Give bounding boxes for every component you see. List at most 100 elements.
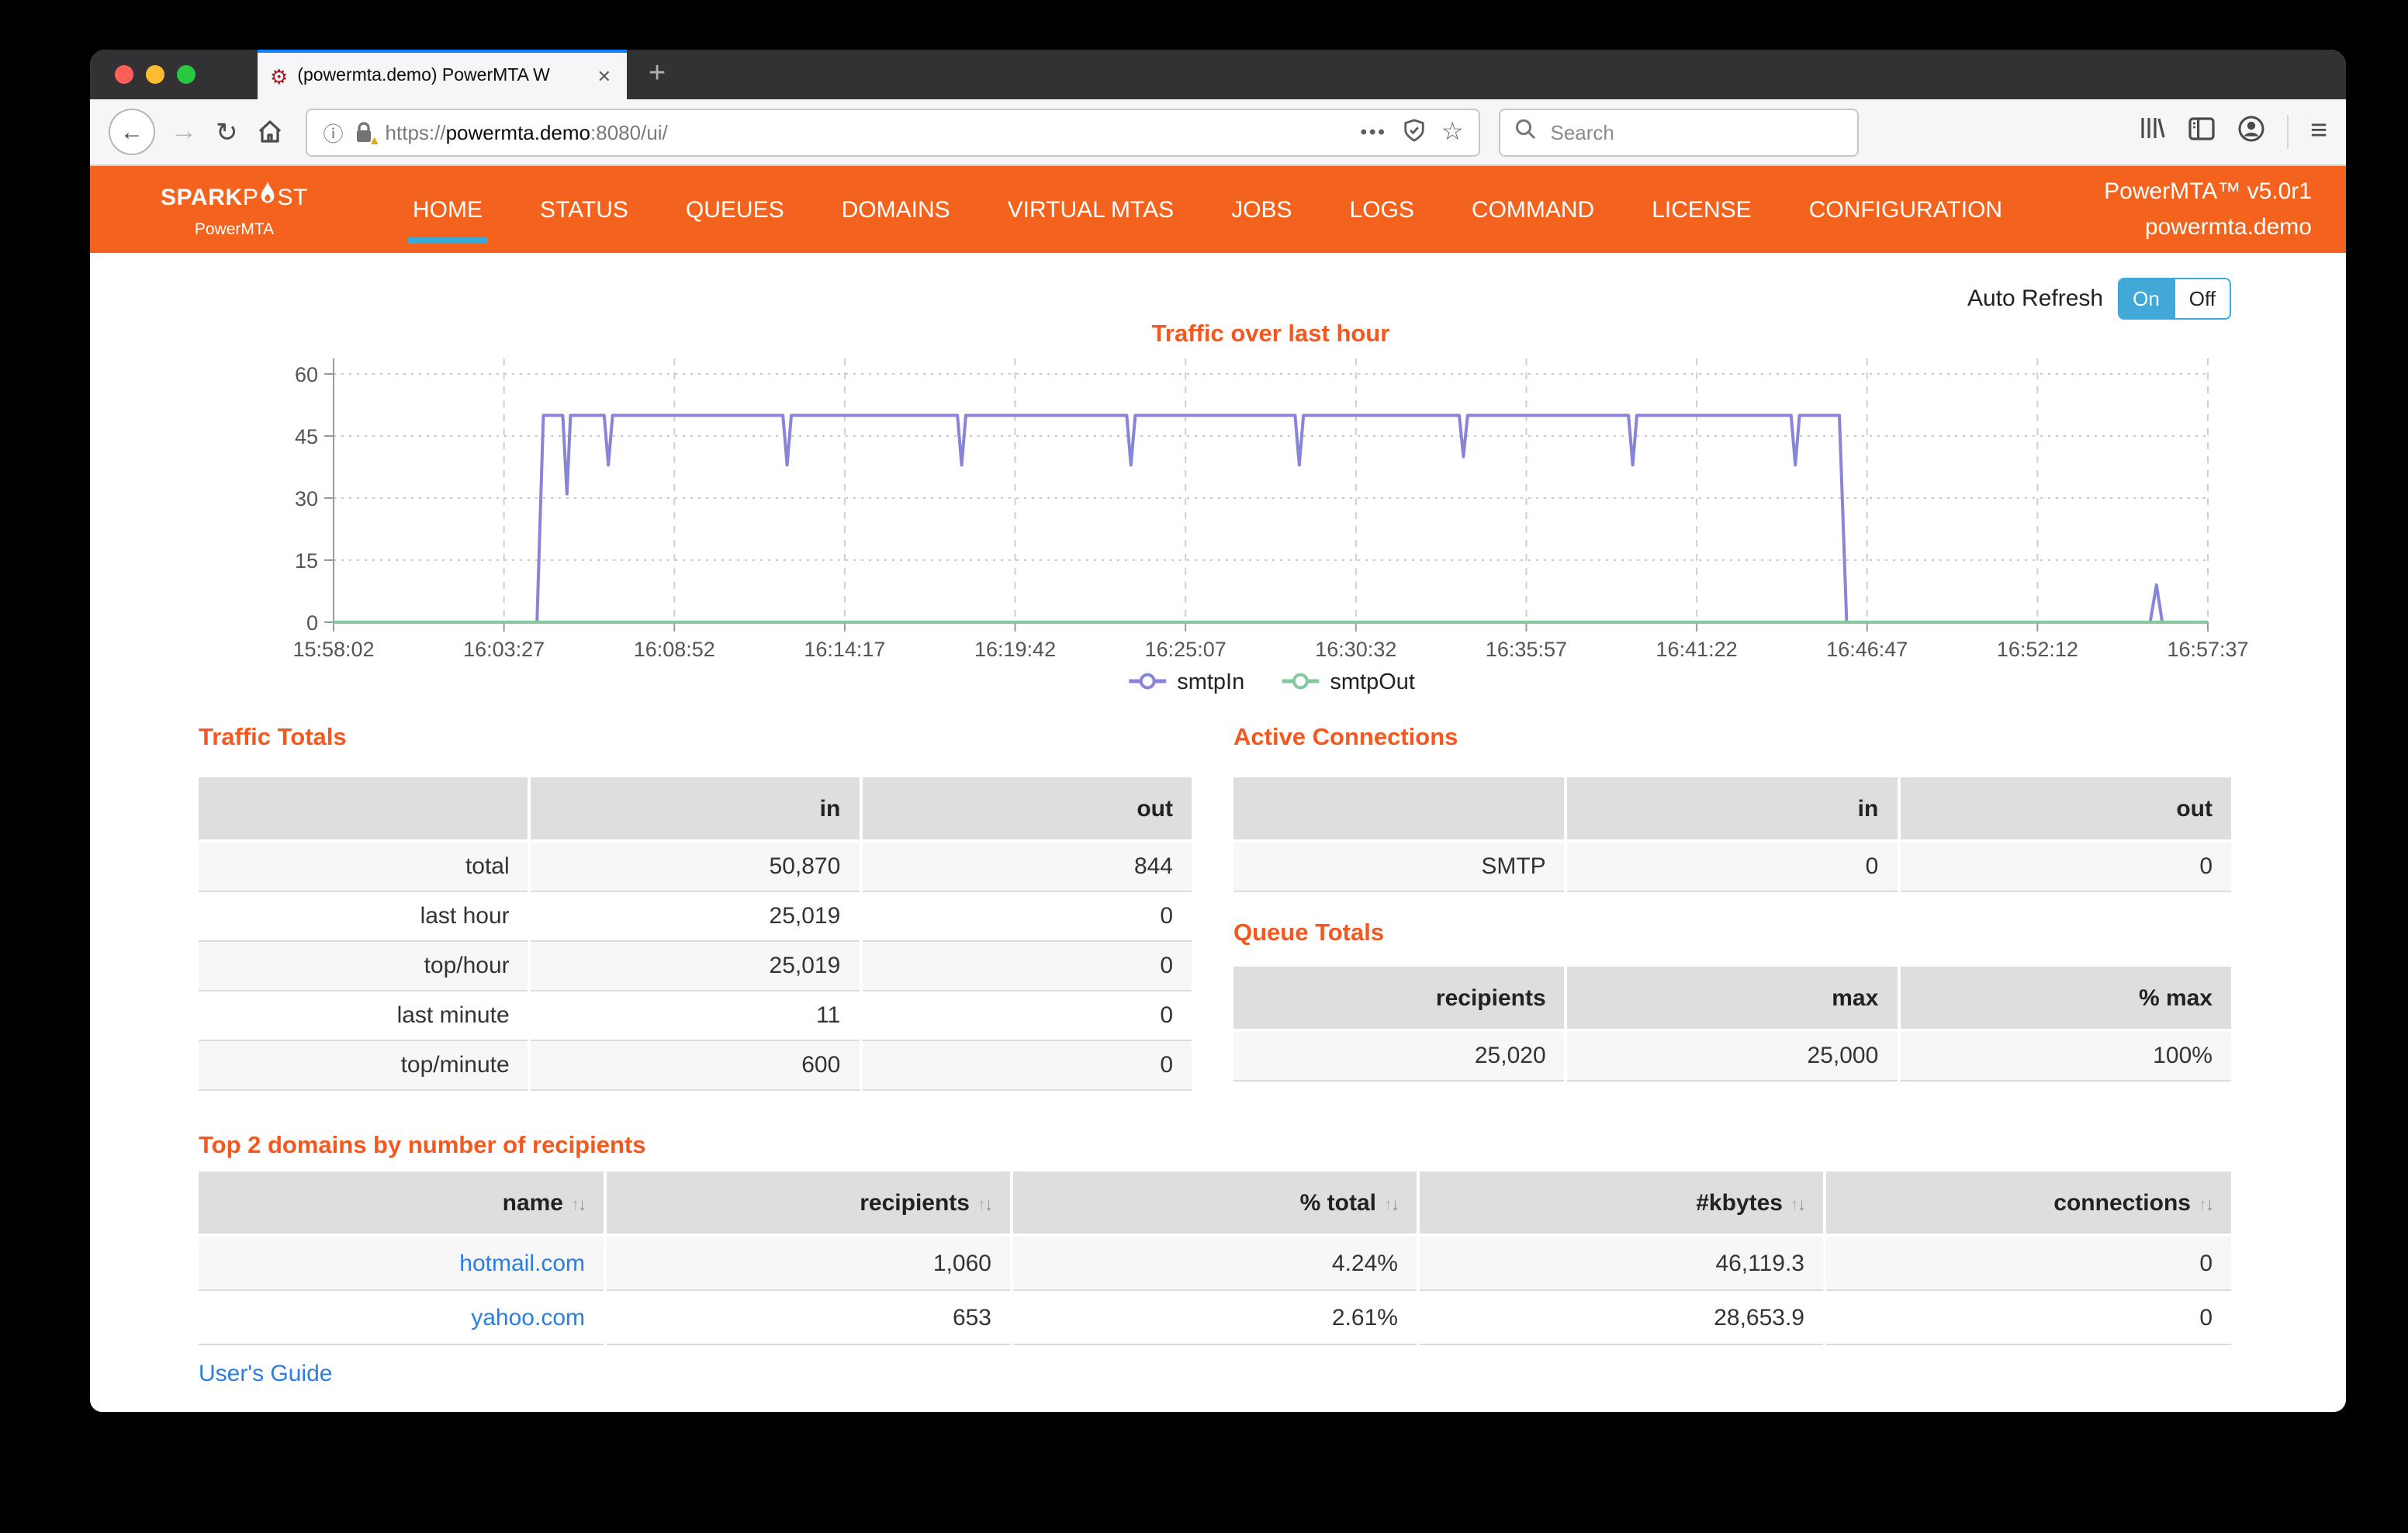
account-icon[interactable]	[2237, 114, 2265, 150]
tab-close-icon[interactable]: ✕	[594, 66, 614, 86]
users-guide-link[interactable]: User's Guide	[199, 1361, 332, 1387]
forward-icon[interactable]: →	[171, 116, 197, 147]
traffic-chart: Traffic over last hour01530456015:58:021…	[233, 315, 2250, 700]
svg-text:45: 45	[295, 425, 318, 448]
url-text[interactable]: https://powermta.demo:8080/ui/	[386, 120, 1350, 144]
table-cell: 2.61%	[1012, 1290, 1418, 1344]
nav-item-logs[interactable]: LOGS	[1350, 196, 1414, 223]
table-cell: 0	[1566, 841, 1899, 891]
nav-item-domains[interactable]: DOMAINS	[842, 196, 950, 223]
table-row: hotmail.com1,0604.24%46,119.30	[199, 1235, 2231, 1290]
domain-link[interactable]: hotmail.com	[459, 1250, 585, 1276]
toolbar-separator	[2287, 115, 2289, 149]
tracking-shield-icon[interactable]	[1403, 117, 1426, 147]
nav-item-license[interactable]: LICENSE	[1652, 196, 1751, 223]
column-header: max	[1566, 967, 1899, 1030]
table-cell[interactable]: yahoo.com	[199, 1290, 605, 1344]
table-cell: 0	[1898, 841, 2231, 891]
table-cell: 46,119.3	[1418, 1235, 1825, 1290]
svg-text:16:30:32: 16:30:32	[1315, 638, 1396, 661]
column-header	[1233, 777, 1566, 841]
page-info-icon[interactable]: ⓘ	[323, 117, 344, 147]
nav-item-jobs[interactable]: JOBS	[1231, 196, 1292, 223]
new-tab-button[interactable]: +	[649, 50, 666, 99]
close-window-button[interactable]	[115, 65, 133, 84]
column-header: recipients	[1233, 967, 1566, 1030]
nav-menu: HOME STATUS QUEUES DOMAINS VIRTUAL MTAS JOBS L…	[413, 196, 2002, 223]
table-cell: last minute	[199, 991, 530, 1040]
column-header: out	[1898, 777, 2231, 841]
column-header[interactable]: recipients↑↓	[605, 1171, 1012, 1235]
table-cell: last hour	[199, 891, 530, 941]
page-actions-icon[interactable]: •••	[1361, 121, 1387, 143]
reload-icon[interactable]: ↻	[216, 119, 238, 145]
browser-window: ⚙ (powermta.demo) PowerMTA W ✕ + ← → ↻ ⓘ…	[90, 50, 2346, 1412]
table-cell: 0	[1825, 1235, 2231, 1290]
queue-totals-heading: Queue Totals	[1233, 920, 1384, 948]
column-header: in	[530, 777, 861, 841]
auto-refresh-on-button[interactable]: On	[2119, 279, 2174, 318]
svg-text:0: 0	[306, 611, 318, 635]
table-cell: 100%	[1898, 1030, 2231, 1081]
bookmark-star-icon[interactable]: ☆	[1441, 116, 1464, 147]
brand-subtitle: PowerMTA	[124, 223, 344, 239]
table-cell: top/hour	[199, 941, 530, 991]
search-input[interactable]	[1548, 119, 1787, 145]
sort-icon: ↑↓	[977, 1196, 991, 1214]
table-row: 25,02025,000100%	[1233, 1030, 2231, 1081]
table-row: top/minute6000	[199, 1040, 1192, 1090]
svg-text:16:35:57: 16:35:57	[1486, 638, 1567, 661]
svg-text:smtpIn: smtpIn	[1177, 670, 1244, 694]
menu-icon[interactable]: ≡	[2310, 115, 2327, 149]
home-icon[interactable]	[257, 118, 285, 146]
nav-item-queues[interactable]: QUEUES	[686, 196, 784, 223]
nav-item-command[interactable]: COMMAND	[1472, 196, 1594, 223]
table-cell: SMTP	[1233, 841, 1566, 891]
column-header[interactable]: connections↑↓	[1825, 1171, 2231, 1235]
top-domains-table: name↑↓recipients↑↓% total↑↓#kbytes↑↓conn…	[199, 1171, 2231, 1345]
search-bar[interactable]	[1500, 108, 1860, 156]
zoom-window-button[interactable]	[177, 65, 195, 84]
browser-tab[interactable]: ⚙ (powermta.demo) PowerMTA W ✕	[258, 50, 627, 99]
table-cell: 653	[605, 1290, 1012, 1344]
column-header[interactable]: % total↑↓	[1012, 1171, 1418, 1235]
column-header	[199, 777, 530, 841]
nav-item-virtual-mtas[interactable]: VIRTUAL MTAS	[1008, 196, 1175, 223]
sparkpost-logo[interactable]: SPARKPST PowerMTA	[124, 181, 344, 239]
column-header: in	[1566, 777, 1899, 841]
table-row: yahoo.com6532.61%28,653.90	[199, 1290, 2231, 1344]
back-button[interactable]: ←	[109, 109, 155, 155]
table-row: SMTP00	[1233, 841, 2231, 891]
auto-refresh-control: Auto Refresh On Off	[1967, 278, 2231, 320]
insecure-lock-icon[interactable]: ▲	[355, 120, 375, 144]
traffic-totals-table: inouttotal50,870844last hour25,0190top/h…	[199, 777, 1192, 1091]
url-bar[interactable]: ⓘ ▲ https://powermta.demo:8080/ui/ ••• ☆	[306, 108, 1481, 156]
table-cell[interactable]: hotmail.com	[199, 1235, 605, 1290]
nav-item-configuration[interactable]: CONFIGURATION	[1809, 196, 2002, 223]
warning-badge-icon: ▲	[368, 133, 381, 147]
minimize-window-button[interactable]	[146, 65, 164, 84]
auto-refresh-off-button[interactable]: Off	[2174, 279, 2230, 318]
svg-text:16:52:12: 16:52:12	[1997, 638, 2078, 661]
table-cell: 50,870	[530, 841, 861, 891]
nav-item-home[interactable]: HOME	[413, 196, 483, 223]
table-cell: 28,653.9	[1418, 1290, 1825, 1344]
sort-icon: ↑↓	[1790, 1196, 1804, 1214]
sidebar-toggle-icon[interactable]	[2188, 116, 2216, 148]
screen: ⚙ (powermta.demo) PowerMTA W ✕ + ← → ↻ ⓘ…	[0, 0, 2408, 1533]
library-icon[interactable]	[2138, 115, 2166, 149]
svg-text:15: 15	[295, 549, 318, 573]
table-cell: 0	[860, 891, 1192, 941]
svg-text:16:14:17: 16:14:17	[804, 638, 885, 661]
column-header: % max	[1898, 967, 2231, 1030]
domain-link[interactable]: yahoo.com	[471, 1304, 585, 1331]
top-domains-heading: Top 2 domains by number of recipients	[199, 1133, 645, 1161]
nav-item-status[interactable]: STATUS	[540, 196, 628, 223]
product-version: PowerMTA™ v5.0r1	[2104, 174, 2312, 210]
window-controls	[115, 50, 195, 99]
column-header[interactable]: #kbytes↑↓	[1418, 1171, 1825, 1235]
svg-text:16:19:42: 16:19:42	[974, 638, 1056, 661]
column-header[interactable]: name↑↓	[199, 1171, 605, 1235]
table-row: top/hour25,0190	[199, 941, 1192, 991]
back-icon: ←	[120, 119, 144, 145]
